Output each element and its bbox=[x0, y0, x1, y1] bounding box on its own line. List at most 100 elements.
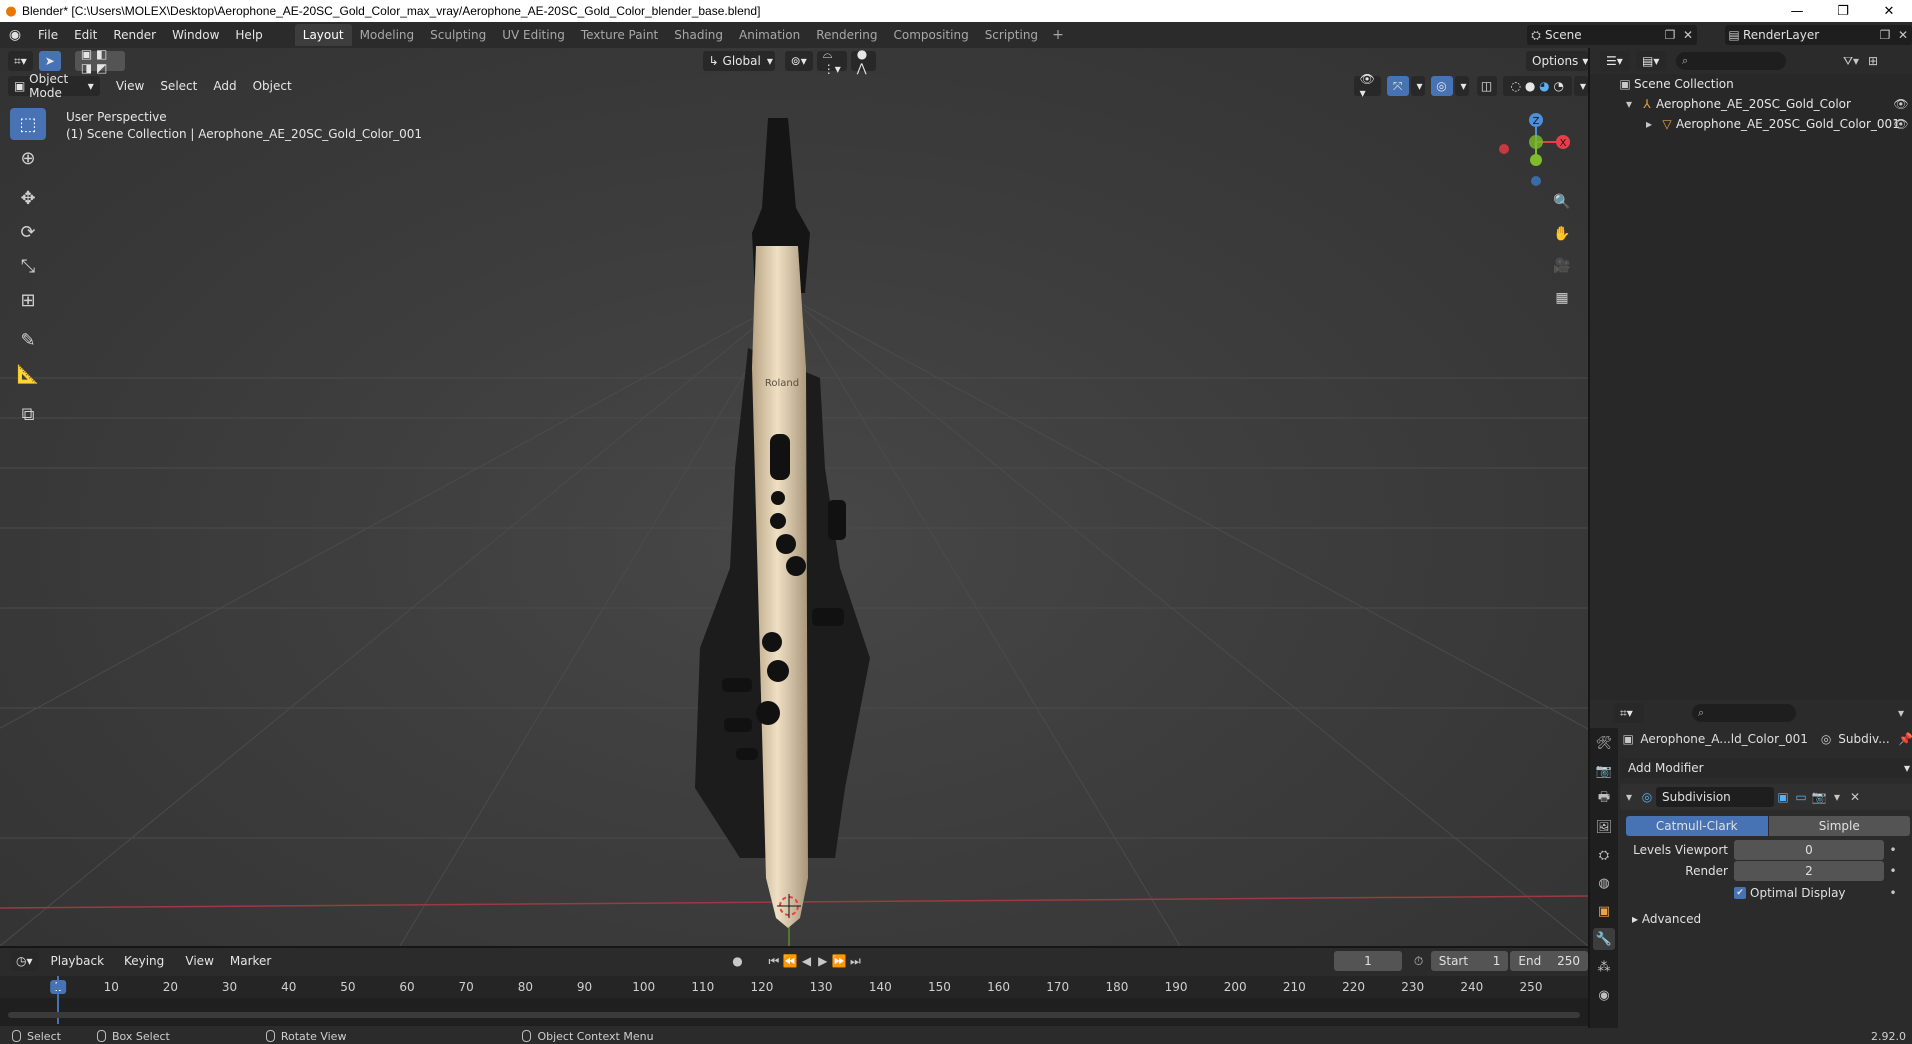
viewport-menu-view[interactable]: View bbox=[108, 73, 152, 99]
modifier-menu-icon[interactable]: ▾ bbox=[1828, 790, 1846, 804]
shading-mode-buttons[interactable]: ◌ ● ◕ ◔ bbox=[1502, 76, 1572, 96]
jump-end-icon[interactable]: ⏭ bbox=[847, 954, 863, 969]
simple-button[interactable]: Simple bbox=[1768, 816, 1910, 836]
cursor-tool-icon[interactable]: ⊕ bbox=[10, 142, 46, 174]
timeline-menu-view[interactable]: View bbox=[177, 948, 221, 974]
preview-range-icon[interactable]: ⏱ bbox=[1410, 954, 1426, 969]
close-button[interactable]: ✕ bbox=[1866, 0, 1912, 22]
tab-sculpting[interactable]: Sculpting bbox=[422, 24, 494, 46]
view-layer-tab-icon[interactable]: 🖼 bbox=[1593, 816, 1615, 838]
add-cube-tool-icon[interactable]: ⧉ bbox=[10, 398, 46, 430]
timeline-ruler[interactable]: 1102030405060708090100110120130140150160… bbox=[0, 976, 1588, 998]
remove-renderlayer-icon[interactable]: ✕ bbox=[1894, 28, 1912, 42]
delete-modifier-icon[interactable]: ✕ bbox=[1846, 790, 1864, 804]
play-reverse-icon[interactable]: ◀ bbox=[798, 954, 814, 968]
renderlayer-selector[interactable]: ▤ RenderLayer ❐ ✕ bbox=[1725, 25, 1912, 45]
tab-rendering[interactable]: Rendering bbox=[808, 24, 885, 46]
render-levels-field[interactable]: 2 bbox=[1734, 861, 1884, 881]
rendered-shading-icon[interactable]: ◔ bbox=[1554, 79, 1564, 93]
display-mode-dropdown[interactable]: ▤▾ bbox=[1636, 51, 1666, 71]
viewport-menu-object[interactable]: Object bbox=[245, 73, 300, 99]
outliner-item[interactable]: ▾ ⅄ Aerophone_AE_20SC_Gold_Color 👁 bbox=[1590, 94, 1912, 114]
timeline-menu-keying[interactable]: Keying ▾ bbox=[116, 948, 177, 994]
xray-toggle-icon[interactable]: ◫ bbox=[1476, 76, 1497, 96]
proportional-edit-toggle[interactable]: ● ⋀ bbox=[850, 48, 876, 75]
material-shading-icon[interactable]: ◕ bbox=[1539, 79, 1549, 93]
tab-compositing[interactable]: Compositing bbox=[885, 24, 976, 46]
output-tab-icon[interactable]: 🖶 bbox=[1593, 788, 1615, 810]
scene-selector[interactable]: ⛭ Scene ❐ ✕ bbox=[1527, 25, 1697, 45]
object-mode-dropdown[interactable]: ▣ Object Mode ▾ bbox=[8, 72, 100, 100]
menu-edit[interactable]: Edit bbox=[66, 22, 105, 48]
expand-arrow-icon[interactable]: ▾ bbox=[1620, 97, 1638, 111]
gizmo-dropdown[interactable]: ▾ bbox=[1410, 76, 1425, 96]
pin-icon[interactable]: 📌 bbox=[1898, 732, 1912, 746]
viewport-menu-add[interactable]: Add bbox=[205, 73, 244, 99]
snap-toggle[interactable]: ⌓ ⋮▾ bbox=[816, 48, 847, 76]
tab-shading[interactable]: Shading bbox=[666, 24, 731, 46]
wireframe-shading-icon[interactable]: ◌ bbox=[1510, 79, 1520, 93]
remove-scene-icon[interactable]: ✕ bbox=[1679, 28, 1697, 42]
orientation-dropdown[interactable]: ↳ Global ▾ bbox=[702, 51, 775, 71]
move-tool-icon[interactable]: ✥ bbox=[10, 182, 46, 214]
gizmo-toggle-icon[interactable]: ⤧ bbox=[1386, 76, 1409, 96]
timeline-menu-marker[interactable]: Marker bbox=[222, 948, 279, 974]
tab-layout[interactable]: Layout bbox=[294, 24, 352, 46]
viewport-toggle-icon[interactable]: ▭ bbox=[1792, 790, 1810, 804]
object-tab-icon[interactable]: ▣ bbox=[1593, 900, 1615, 922]
copy-renderlayer-icon[interactable]: ❐ bbox=[1876, 28, 1894, 42]
collapse-arrow-icon[interactable]: ▾ bbox=[1620, 790, 1638, 804]
particles-tab-icon[interactable]: ⁂ bbox=[1593, 956, 1615, 978]
filter-icon[interactable]: ⛛▾ bbox=[1842, 54, 1860, 69]
select-box-tool-icon[interactable]: ⬚ bbox=[10, 108, 46, 140]
properties-editor-type[interactable]: ⌗▾ bbox=[1614, 703, 1644, 723]
current-frame-field[interactable]: 1 bbox=[1333, 951, 1403, 971]
add-workspace-icon[interactable]: + bbox=[1046, 27, 1070, 43]
new-collection-icon[interactable]: ⊞ bbox=[1864, 54, 1882, 68]
blender-logo-icon[interactable]: ◉ bbox=[0, 27, 30, 43]
end-frame-field[interactable]: End 250 bbox=[1510, 951, 1588, 971]
render-tab-icon[interactable]: 📷 bbox=[1593, 760, 1615, 782]
advanced-subpanel[interactable]: ▸ Advanced bbox=[1620, 909, 1912, 929]
camera-view-icon[interactable]: 🎥 bbox=[1550, 254, 1574, 278]
menu-file[interactable]: File bbox=[30, 22, 66, 48]
visibility-eye-icon[interactable]: 👁 bbox=[1892, 97, 1910, 111]
levels-viewport-field[interactable]: 0 bbox=[1734, 840, 1884, 860]
menu-window[interactable]: Window bbox=[164, 22, 227, 48]
visibility-dropdown[interactable]: 👁▾ bbox=[1353, 72, 1381, 100]
overlay-dropdown[interactable]: ▾ bbox=[1454, 76, 1469, 96]
pan-hand-icon[interactable]: ✋ bbox=[1550, 222, 1574, 246]
outliner-search-input[interactable]: ⌕ bbox=[1676, 52, 1786, 70]
outliner-item[interactable]: ▸ ▽ Aerophone_AE_20SC_Gold_Color_001 👁 bbox=[1590, 114, 1912, 134]
menu-render[interactable]: Render bbox=[105, 22, 164, 48]
timeline-menu-playback[interactable]: Playback ▾ bbox=[43, 948, 116, 994]
zoom-icon[interactable]: 🔍 bbox=[1550, 190, 1574, 214]
timeline-scrollbar[interactable] bbox=[8, 1012, 1580, 1018]
overlay-toggle-icon[interactable]: ◎ bbox=[1430, 76, 1453, 96]
properties-search-input[interactable]: ⌕ bbox=[1692, 704, 1796, 722]
world-tab-icon[interactable]: ◍ bbox=[1593, 872, 1615, 894]
navigation-gizmo[interactable]: Z X bbox=[1499, 113, 1570, 186]
add-modifier-dropdown[interactable]: Add Modifier ▾ bbox=[1620, 758, 1912, 778]
ortho-toggle-icon[interactable]: ▦ bbox=[1550, 286, 1574, 310]
measure-tool-icon[interactable]: 📐 bbox=[10, 358, 46, 390]
copy-scene-icon[interactable]: ❐ bbox=[1661, 28, 1679, 42]
jump-start-icon[interactable]: ⏮ bbox=[766, 954, 782, 969]
scene-tab-icon[interactable]: ⛭ bbox=[1593, 844, 1615, 866]
solid-shading-icon[interactable]: ● bbox=[1525, 79, 1535, 93]
optimal-display-checkbox[interactable]: ✔ bbox=[1734, 887, 1746, 899]
keyframe-dot-icon[interactable]: • bbox=[1884, 843, 1902, 857]
start-frame-field[interactable]: Start 1 bbox=[1430, 951, 1509, 971]
physics-tab-icon[interactable]: ◉ bbox=[1593, 984, 1615, 1006]
catmull-clark-button[interactable]: Catmull-Clark bbox=[1626, 816, 1768, 836]
timeline-editor-type[interactable]: ◷▾ bbox=[10, 951, 39, 971]
play-icon[interactable]: ▶ bbox=[815, 954, 831, 968]
pivot-dropdown[interactable]: ⊚▾ bbox=[784, 51, 813, 71]
outliner-editor-type[interactable]: ☰▾ bbox=[1600, 51, 1630, 71]
menu-help[interactable]: Help bbox=[227, 22, 270, 48]
rotate-tool-icon[interactable]: ⟳ bbox=[10, 216, 46, 248]
select-tool-icon[interactable]: ➤ bbox=[38, 51, 61, 71]
keyframe-dot-icon[interactable]: • bbox=[1884, 886, 1902, 900]
edit-mode-toggle-icon[interactable]: ▣ bbox=[1774, 790, 1792, 804]
viewport-menu-select[interactable]: Select bbox=[152, 73, 205, 99]
